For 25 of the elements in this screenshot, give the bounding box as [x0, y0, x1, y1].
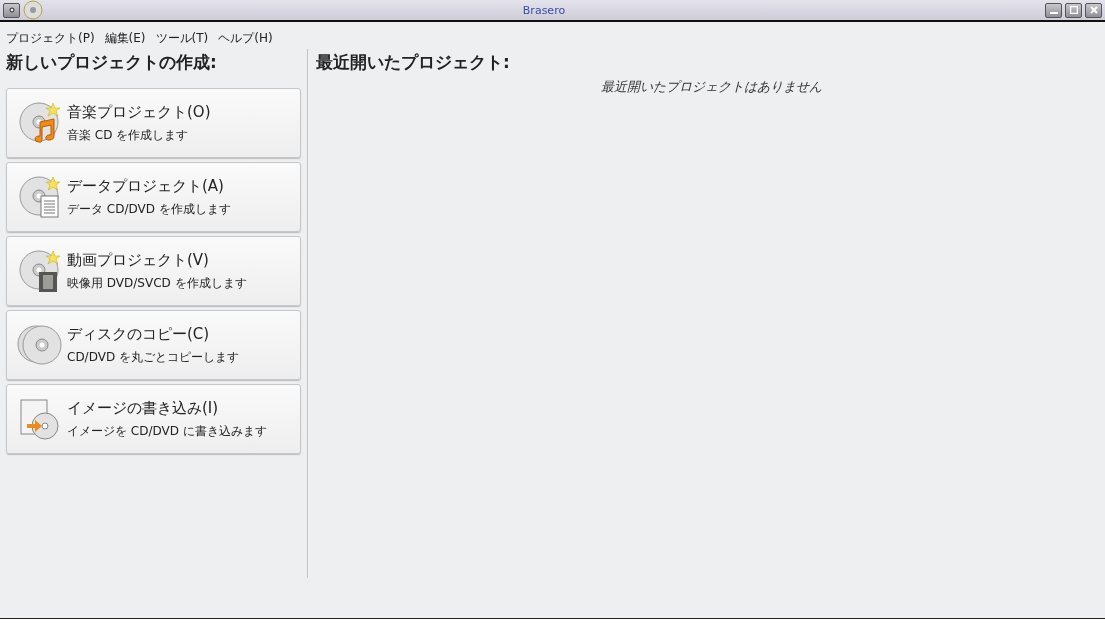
project-button[interactable]: データプロジェクト(A) データ CD/DVD を作成します: [6, 162, 301, 232]
disc-app-icon: [23, 0, 43, 20]
maximize-icon: [1069, 6, 1078, 14]
window-title: Brasero: [521, 3, 567, 17]
section-heading: 新しいプロジェクトの作成:: [6, 51, 218, 74]
project-button[interactable]: 動画プロジェクト(V) 映像用 DVD/SVCD を作成します: [6, 236, 301, 306]
window-menu-button[interactable]: [3, 2, 20, 18]
maximize-button[interactable]: [1065, 2, 1082, 18]
video-project-icon: [17, 248, 63, 294]
menu-item[interactable]: 編集(E): [104, 30, 146, 47]
minimize-button[interactable]: [1045, 2, 1062, 18]
dot-icon: [8, 7, 15, 13]
data-project-icon: [17, 174, 63, 220]
project-button[interactable]: 音楽プロジェクト(O) 音楽 CD を作成します: [6, 88, 301, 158]
audio-project-icon: [17, 100, 63, 146]
menu-item[interactable]: ツール(T): [155, 30, 209, 47]
menu-item[interactable]: プロジェクト(P): [6, 30, 95, 47]
close-icon: [1089, 6, 1098, 14]
copy-project-icon: [17, 322, 63, 368]
project-button[interactable]: ディスクのコピー(C) CD/DVD を丸ごとコピーします: [6, 310, 301, 380]
empty-message: 最近開いたプロジェクトはありません: [599, 78, 823, 96]
close-button[interactable]: [1085, 2, 1102, 18]
project-button[interactable]: イメージの書き込み(I) イメージを CD/DVD に書き込みます: [6, 384, 301, 454]
menu-item[interactable]: ヘルプ(H): [218, 30, 273, 47]
section-heading: 最近開いたプロジェクト:: [316, 51, 511, 74]
